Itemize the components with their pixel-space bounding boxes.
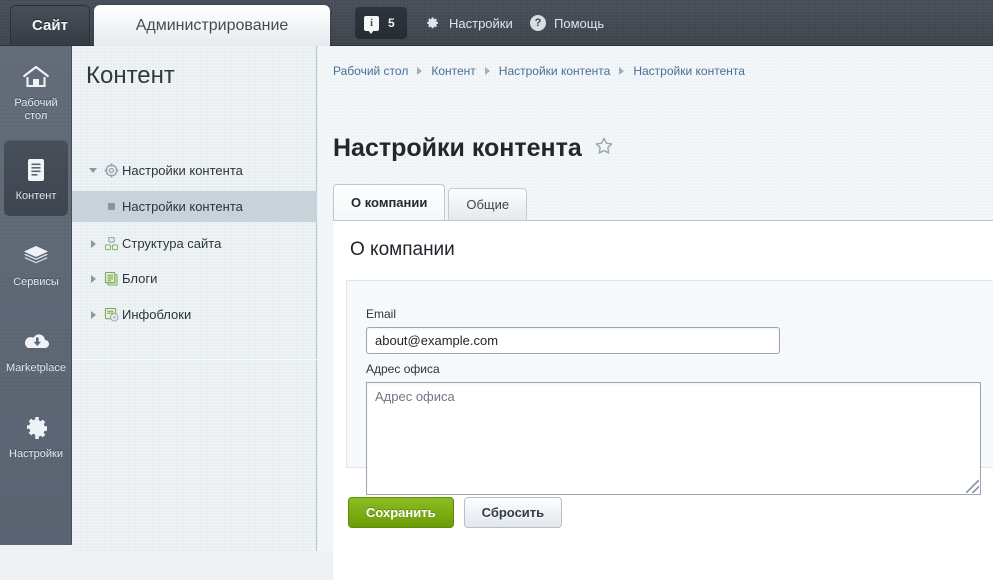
tree-title: Контент <box>86 62 175 89</box>
tree-item-label: Инфоблоки <box>122 307 192 322</box>
gear-gray-icon <box>100 163 122 178</box>
breadcrumb-item-2[interactable]: Настройки контента <box>499 64 611 78</box>
pages-green-icon <box>100 271 122 286</box>
rail-item-marketplace-label: Marketplace <box>6 361 66 374</box>
cloud-download-icon <box>19 326 53 358</box>
breadcrumb-item-1[interactable]: Контент <box>431 64 475 78</box>
tab-administration[interactable]: Администрирование <box>94 5 330 46</box>
rail-item-settings-label: Настройки <box>9 447 63 460</box>
tree-item-site-structure[interactable]: Структура сайта <box>72 228 317 259</box>
home-icon <box>19 61 53 93</box>
layers-icon <box>19 240 53 272</box>
breadcrumb-separator-icon <box>619 67 625 75</box>
notifications-count: 5 <box>388 16 395 30</box>
breadcrumb-separator-icon <box>484 67 490 75</box>
rail-item-desktop[interactable]: Рабочий стол <box>4 54 68 130</box>
header-help-link[interactable]: ? Помощь <box>530 0 604 46</box>
document-icon <box>19 154 53 186</box>
rail-item-marketplace[interactable]: Marketplace <box>4 312 68 388</box>
chevron-down-icon[interactable] <box>86 168 100 173</box>
tree-item-content-settings-root[interactable]: Настройки контента <box>72 155 317 186</box>
rail-item-settings[interactable]: Настройки <box>4 398 68 474</box>
left-icon-rail: Рабочий стол Контент Сервисы Marketplace… <box>0 46 72 545</box>
breadcrumb: Рабочий стол Контент Настройки контента … <box>333 64 745 78</box>
tree-item-blogs[interactable]: Блоги <box>72 263 317 294</box>
chevron-right-icon[interactable] <box>86 310 100 319</box>
page-title: Настройки контента <box>333 134 582 162</box>
breadcrumb-separator-icon <box>417 67 423 75</box>
header-help-label: Помощь <box>554 15 605 31</box>
tree-item-infoblocks[interactable]: Инфоблоки <box>72 299 317 330</box>
tree-item-label: Настройки контента <box>122 199 243 214</box>
breadcrumb-item-3[interactable]: Настройки контента <box>633 64 745 78</box>
panel-heading: О компании <box>350 239 455 260</box>
infoblock-icon <box>100 307 122 322</box>
breadcrumb-item-0[interactable]: Рабочий стол <box>333 64 408 78</box>
gear-icon <box>424 15 440 31</box>
form-actions: Сохранить Сбросить <box>348 497 563 528</box>
tree-item-label: Настройки контента <box>122 163 243 178</box>
header-settings-label: Настройки <box>449 15 513 31</box>
rail-item-services-label: Сервисы <box>13 275 59 288</box>
header-settings-link[interactable]: Настройки <box>424 0 513 46</box>
star-outline-icon[interactable] <box>594 136 614 161</box>
main-content-area: Рабочий стол Контент Настройки контента … <box>318 46 993 580</box>
tree-item-label: Структура сайта <box>122 236 222 251</box>
chevron-right-icon[interactable] <box>86 239 100 248</box>
notifications-badge[interactable]: i 5 <box>355 7 407 39</box>
page-title-row: Настройки контента <box>333 134 614 163</box>
tree-divider <box>72 359 317 360</box>
bullet-icon <box>100 203 122 210</box>
tab-general[interactable]: Общие <box>448 188 528 220</box>
top-header-bar: Сайт Администрирование i 5 Настройки ? П… <box>0 0 993 46</box>
settings-panel: О компании Email Адрес офиса Сохранить С… <box>333 220 993 580</box>
email-field[interactable] <box>366 327 780 354</box>
rail-item-content[interactable]: Контент <box>4 140 68 216</box>
form-fieldset: Email Адрес офиса <box>346 280 993 495</box>
tab-bar: О компании Общие <box>333 184 530 220</box>
reset-button[interactable]: Сбросить <box>463 497 563 528</box>
tree-item-content-settings-child[interactable]: Настройки контента <box>72 191 317 222</box>
gear-icon <box>19 412 53 444</box>
info-bubble-icon: i <box>364 15 379 34</box>
address-label: Адрес офиса <box>366 362 440 376</box>
save-button[interactable]: Сохранить <box>348 497 454 528</box>
content-tree-sidebar: Контент Настройки контента Настройки кон… <box>72 46 317 551</box>
sitemap-icon <box>100 236 122 251</box>
office-address-field[interactable] <box>366 382 981 495</box>
tab-site[interactable]: Сайт <box>10 5 90 45</box>
rail-item-services[interactable]: Сервисы <box>4 226 68 302</box>
email-label: Email <box>366 307 397 321</box>
rail-item-desktop-label: Рабочий стол <box>14 97 58 122</box>
textarea-resize-handle[interactable] <box>966 480 979 493</box>
question-circle-icon: ? <box>530 15 546 31</box>
tab-about-company[interactable]: О компании <box>333 184 446 220</box>
rail-item-content-label: Контент <box>15 189 57 202</box>
chevron-right-icon[interactable] <box>86 274 100 283</box>
tree-item-label: Блоги <box>122 271 158 286</box>
